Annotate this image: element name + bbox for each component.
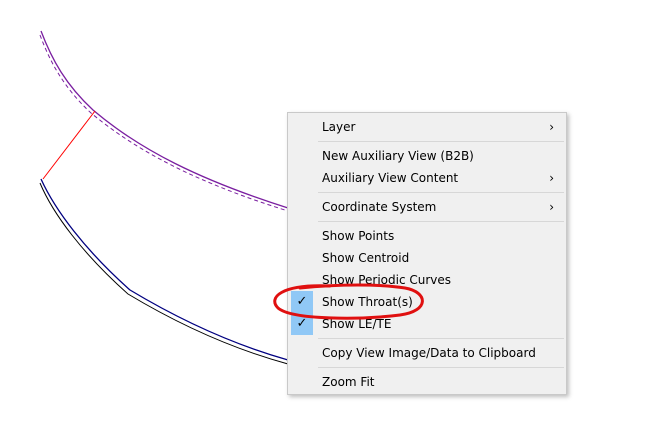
menu-item-show-centroid[interactable]: Show Centroid: [290, 247, 564, 269]
menu-item-auxiliary-view-content[interactable]: Auxiliary View Content ›: [290, 167, 564, 189]
menu-item-show-le-te[interactable]: ✓ Show LE/TE: [290, 313, 564, 335]
menu-item-label: Show Throat(s): [322, 295, 413, 309]
menu-item-coordinate-system[interactable]: Coordinate System ›: [290, 196, 564, 218]
chevron-right-icon: ›: [549, 120, 554, 134]
menu-item-show-throats[interactable]: ✓ Show Throat(s): [290, 291, 564, 313]
upper-blade-curve-inner: [39, 34, 289, 212]
menu-item-show-points[interactable]: Show Points: [290, 225, 564, 247]
menu-item-label: Coordinate System: [322, 200, 437, 214]
menu-item-label: Show Periodic Curves: [322, 273, 452, 287]
menu-item-label: Show LE/TE: [322, 317, 392, 331]
chevron-right-icon: ›: [549, 200, 554, 214]
upper-blade-curve: [40, 30, 289, 209]
menu-item-new-auxiliary-view[interactable]: New Auxiliary View (B2B): [290, 145, 564, 167]
menu-separator: [318, 367, 564, 368]
menu-item-label: Zoom Fit: [322, 375, 375, 389]
menu-item-show-periodic-curves[interactable]: Show Periodic Curves: [290, 269, 564, 291]
lower-blade-curve-inner: [39, 182, 289, 365]
menu-item-copy-view-image[interactable]: Copy View Image/Data to Clipboard: [290, 342, 564, 364]
menu-item-label: Show Centroid: [322, 251, 410, 265]
menu-item-layer[interactable]: Layer ›: [290, 116, 564, 138]
menu-separator: [318, 338, 564, 339]
check-icon: ✓: [291, 313, 313, 335]
chevron-right-icon: ›: [549, 171, 554, 185]
lower-blade-curve: [40, 178, 289, 361]
context-menu: Layer › New Auxiliary View (B2B) Auxilia…: [287, 112, 567, 395]
menu-item-label: Show Points: [322, 229, 395, 243]
menu-separator: [318, 141, 564, 142]
menu-item-label: New Auxiliary View (B2B): [322, 149, 474, 163]
menu-item-label: Layer: [322, 120, 356, 134]
menu-separator: [318, 221, 564, 222]
throat-line: [42, 110, 96, 180]
menu-item-label: Copy View Image/Data to Clipboard: [322, 346, 536, 360]
menu-item-label: Auxiliary View Content: [322, 171, 459, 185]
check-icon: ✓: [291, 291, 313, 313]
menu-separator: [318, 192, 564, 193]
menu-item-zoom-fit[interactable]: Zoom Fit: [290, 371, 564, 393]
